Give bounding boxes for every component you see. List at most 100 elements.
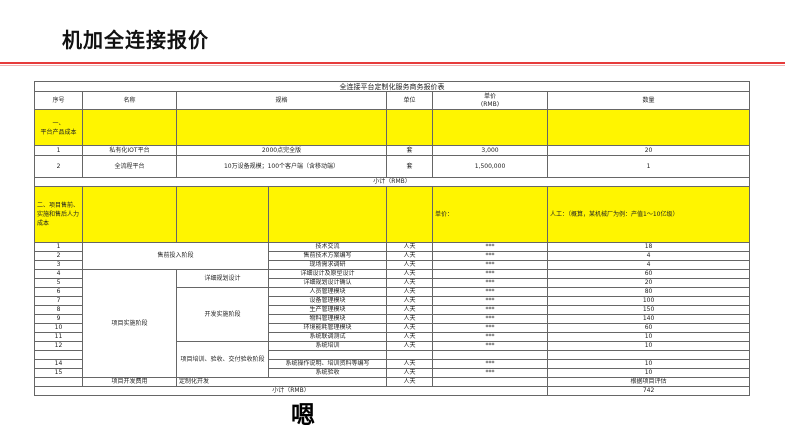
- row-name: 私有化IOT平台: [82, 145, 177, 156]
- row-spec: 人员管理模块: [268, 287, 387, 297]
- row-price: ***: [432, 242, 548, 252]
- row-spec: 技术交流: [268, 242, 387, 252]
- row-unit: 人天: [386, 242, 433, 252]
- row-spec: 详细设计及原型设计: [268, 269, 387, 279]
- row-price: ***: [432, 314, 548, 324]
- row-unit: 人天: [386, 332, 433, 342]
- row-seq: 8: [34, 305, 83, 315]
- overlay-caption: 嗯: [291, 401, 315, 429]
- row-qty: 4: [546, 260, 751, 270]
- row-seq: 2: [34, 155, 83, 178]
- section-2-cell: [386, 186, 433, 243]
- row-unit: 人天: [386, 359, 433, 369]
- row-name: 全流程平台: [82, 155, 177, 178]
- row-unit: 套: [386, 155, 433, 178]
- row-unit: 人天: [386, 269, 433, 279]
- row-price: ***: [432, 341, 548, 351]
- row-qty: 10: [546, 341, 751, 351]
- row-unit: 人天: [386, 278, 433, 288]
- row-spec: 10万设备规模；100个客户端（含移动端）: [176, 155, 387, 178]
- header-price: 单价 (RMB): [432, 91, 548, 110]
- header-rule-secondary: [0, 65, 785, 66]
- header-spec: 规格: [176, 91, 387, 110]
- subtotal-qty: 742: [546, 386, 751, 396]
- row-spec: 系统培训: [268, 341, 387, 351]
- row-qty: 1: [546, 155, 751, 178]
- row-price: ***: [432, 323, 548, 333]
- dev-fee-spec: 定制化开发: [176, 377, 387, 387]
- row-price: ***: [432, 260, 548, 270]
- header-seq: 序号: [34, 91, 83, 110]
- row-spec: 现场需求调研: [268, 260, 387, 270]
- dev-fee-qty: 根据项目评估: [546, 377, 751, 387]
- row-qty: 18: [546, 242, 751, 252]
- page-title: 机加全连接报价: [62, 28, 209, 52]
- row-seq: 4: [34, 269, 83, 279]
- row-price-empty: [432, 350, 548, 360]
- row-unit: 人天: [386, 296, 433, 306]
- row-price: 3,000: [432, 145, 548, 156]
- row-unit: 套: [386, 145, 433, 156]
- row-spec: 环境能耗管理模块: [268, 323, 387, 333]
- row-price: ***: [432, 296, 548, 306]
- header-rule: [0, 62, 785, 64]
- row-seq: 10: [34, 323, 83, 333]
- section-2-cell: [268, 186, 387, 243]
- row-price: ***: [432, 368, 548, 378]
- row-spec: 设备管理模块: [268, 296, 387, 306]
- subtotal-row: 小计（RMB）: [33, 177, 751, 187]
- row-price: 1,500,000: [432, 155, 548, 178]
- row-spec: 系统操作说明、培训资料等编写: [268, 359, 387, 369]
- row-seq: 5: [34, 278, 83, 288]
- row-price: ***: [432, 251, 548, 261]
- row-seq: 2: [34, 251, 83, 261]
- section-1-cell: [546, 109, 751, 146]
- subphase-training-acceptance: 项目培训、验收、交付验收阶段: [176, 341, 269, 378]
- row-unit: 人天: [386, 341, 433, 351]
- row-spec: 售前技术方案编写: [268, 251, 387, 261]
- section-1-cell: [82, 109, 177, 146]
- table-row: 4 项目实施阶段 详细规划设计 详细设计及原型设计 人天 *** 60: [34, 269, 751, 378]
- row-qty: 150: [546, 305, 751, 315]
- section-1-cell: [432, 109, 548, 146]
- subtotal-label: 小计（RMB）: [34, 386, 548, 396]
- row-price: ***: [432, 278, 548, 288]
- section-1-header: 一、 平台产品成本: [34, 109, 751, 146]
- dev-fee-name: 项目开发费用: [82, 377, 177, 387]
- row-unit-empty: [386, 350, 433, 360]
- table-row: 1 私有化IOT平台 2000点完全版 套 3,000 20: [34, 145, 751, 156]
- row-qty: 10: [546, 359, 751, 369]
- row-qty: 10: [546, 332, 751, 342]
- row-spec: 2000点完全版: [176, 145, 387, 156]
- table-row: 1 售前投入阶段 技术交流 人天 *** 18: [34, 242, 751, 270]
- row-seq: 3: [34, 260, 83, 270]
- row-qty: 20: [546, 278, 751, 288]
- row-unit: 人天: [386, 251, 433, 261]
- row-qty: 4: [546, 251, 751, 261]
- row-unit: 人天: [386, 368, 433, 378]
- table-title: 全连接平台定制化服务商务报价表: [33, 81, 751, 92]
- row-qty: 60: [546, 323, 751, 333]
- row-seq: 1: [34, 145, 83, 156]
- row-price: ***: [432, 269, 548, 279]
- row-unit: 人天: [386, 287, 433, 297]
- table-title-row: 全连接平台定制化服务商务报价表: [33, 81, 751, 92]
- row-seq: 9: [34, 314, 83, 324]
- section-2-price-label: 单价：: [432, 186, 548, 243]
- row-unit: 人天: [386, 314, 433, 324]
- subphase-development: 开发实施阶段: [176, 287, 269, 342]
- subtotal-row: 小计（RMB） 742: [34, 386, 751, 396]
- row-seq: 11: [34, 332, 83, 342]
- row-seq: 7: [34, 296, 83, 306]
- row-seq-empty: [34, 377, 83, 387]
- table-row: 2 全流程平台 10万设备规模；100个客户端（含移动端） 套 1,500,00…: [34, 155, 751, 178]
- header-name: 名称: [82, 91, 177, 110]
- row-price: ***: [432, 332, 548, 342]
- section-1-cell: [176, 109, 387, 146]
- section-2-label: 二、项目售前、实施和售后人力成本: [34, 186, 83, 243]
- row-qty: 60: [546, 269, 751, 279]
- dev-fee-row: 项目开发费用 定制化开发 人天 根据项目评估: [34, 377, 751, 387]
- section-1-cell: [386, 109, 433, 146]
- row-seq: 1: [34, 242, 83, 252]
- row-spec: 详细规划设计确认: [268, 278, 387, 288]
